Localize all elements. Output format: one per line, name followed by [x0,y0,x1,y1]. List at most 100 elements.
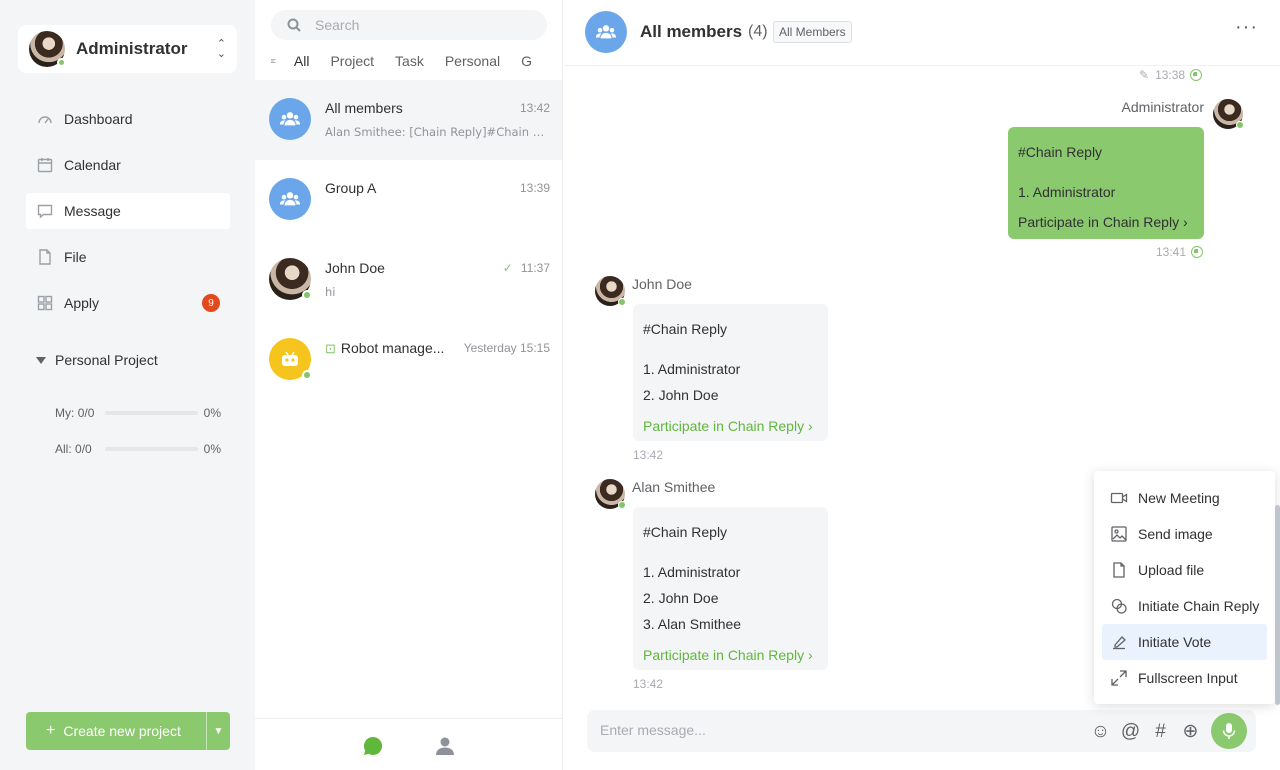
participate-link[interactable]: Participate in Chain Reply › [643,642,818,668]
chevron-down-icon[interactable]: ▼ [206,712,230,750]
notification-badge: 9 [202,294,220,312]
search-input[interactable]: Search [271,10,547,40]
message-bubble: #Chain Reply 1. Administrator 2. John Do… [633,304,828,441]
filter-menu-icon[interactable] [271,55,276,67]
group-avatar [269,98,311,140]
participate-link[interactable]: Participate in Chain Reply › [1018,209,1194,235]
video-icon [1110,492,1128,504]
message-time: 13:42 [633,448,664,462]
user-switcher[interactable]: Administrator ⌃ ⌄ [18,25,237,73]
online-indicator [1236,121,1244,129]
chat-header: All members (4) All Members ··· [564,0,1280,66]
tab-group[interactable]: G [521,53,532,69]
sidebar-item-dashboard[interactable]: Dashboard [26,101,230,137]
menu-item-fullscreen-input[interactable]: Fullscreen Input [1102,660,1267,696]
sidebar-item-label: Calendar [64,157,121,173]
dashboard-icon [38,116,52,124]
online-indicator [57,58,66,67]
message-meta: 13:41 [1156,245,1204,259]
menu-item-label: Upload file [1138,562,1205,578]
create-project-button[interactable]: + Create new project [26,712,206,750]
vote-icon [1113,636,1126,650]
personal-project-toggle[interactable]: Personal Project [36,352,158,368]
message-bubble: #Chain Reply 1. Administrator Participat… [1008,127,1204,239]
conversation-item[interactable]: ⊡ Robot manage... Yesterday 15:15 [255,320,562,400]
message-meta: ✎ 13:38 [1139,68,1203,82]
progress-row-my: My: 0/0 0% [55,406,221,420]
read-status-icon [1191,246,1204,258]
tab-personal[interactable]: Personal [445,53,500,69]
chain-item: 3. Alan Smithee [643,616,742,632]
more-options-icon[interactable]: ··· [1235,16,1258,39]
conversation-preview: Alan Smithee: [Chain Reply]#Chain Reply … [325,125,547,139]
sidebar-item-message[interactable]: Message [26,193,230,229]
message-icon [37,204,53,219]
menu-item-label: Initiate Chain Reply [1138,598,1260,614]
contacts-icon[interactable] [434,735,456,757]
avatar [29,31,66,67]
file-icon [39,249,51,265]
sidebar-item-label: Message [64,203,121,219]
online-indicator [618,298,626,306]
sender-name: Alan Smithee [632,479,716,495]
tab-task[interactable]: Task [395,53,424,69]
menu-item-chain-reply[interactable]: Initiate Chain Reply [1102,588,1267,624]
member-count: (4) [748,23,768,40]
menu-item-upload-file[interactable]: Upload file [1102,552,1267,588]
sidebar: Administrator ⌃ ⌄ Dashboard Calendar Mess… [0,0,255,770]
tab-project[interactable]: Project [330,53,374,69]
plus-icon: + [46,722,56,739]
menu-item-send-image[interactable]: Send image [1102,516,1267,552]
group-avatar [269,178,311,220]
menu-item-label: New Meeting [1138,490,1220,506]
menu-item-label: Initiate Vote [1138,634,1212,650]
conversation-time: 13:39 [519,181,550,195]
image-icon [1111,526,1127,542]
conversation-item[interactable]: Group A 13:39 [255,160,562,240]
plus-circle-icon[interactable]: ⊕ [1180,721,1201,742]
project-title: Personal Project [55,352,158,368]
scrollbar[interactable] [1275,505,1280,705]
conversation-item[interactable]: John Doe ✓ 11:37 hi [255,240,562,320]
conversation-title: ⊡ Robot manage... [325,340,445,356]
menu-item-label: Send image [1138,526,1213,542]
chain-item: 1. Administrator [643,361,741,377]
hashtag-icon[interactable]: # [1150,721,1171,742]
tab-all[interactable]: All [294,53,310,69]
robot-tag-icon: ⊡ [325,341,336,356]
user-name: Administrator [76,39,188,58]
read-status-icon [1190,69,1203,81]
progress-bar [105,411,198,415]
progress-bar [105,447,198,451]
progress-percent: 0% [203,442,221,456]
sidebar-item-calendar[interactable]: Calendar [26,147,230,183]
microphone-button[interactable] [1211,713,1247,749]
chain-title: #Chain Reply [643,321,728,337]
mention-icon[interactable]: @ [1120,721,1141,742]
chain-item: 2. John Doe [643,387,719,403]
group-avatar[interactable] [585,11,627,53]
sidebar-item-apply[interactable]: Apply 9 [26,285,230,321]
create-project-button-group: + Create new project ▼ [26,712,230,750]
conversation-item[interactable]: All members 13:42 Alan Smithee: [Chain R… [255,80,562,160]
conversation-title: John Doe [325,260,385,276]
menu-item-new-meeting[interactable]: New Meeting [1102,480,1267,516]
chat-tag: All Members [773,21,852,43]
menu-item-initiate-vote[interactable]: Initiate Vote [1102,624,1267,660]
online-indicator [302,370,312,380]
group-icon [595,25,617,39]
apply-icon [37,295,53,311]
create-project-label: Create new project [63,723,181,739]
sidebar-item-label: File [64,249,87,265]
avatar [1213,99,1244,129]
conversation-time: Yesterday 15:15 [463,341,550,355]
sidebar-item-file[interactable]: File [26,239,230,275]
emoji-icon[interactable]: ☺ [1090,721,1111,742]
chat-bubble-icon[interactable] [362,735,384,757]
message-input[interactable]: Enter message... [600,722,706,738]
progress-label: My: 0/0 [55,406,95,420]
chain-title: #Chain Reply [1018,144,1103,160]
chain-reply-icon [1111,598,1127,614]
chevron-updown-icon[interactable]: ⌃ ⌄ [217,39,226,60]
participate-link[interactable]: Participate in Chain Reply › [643,413,818,439]
